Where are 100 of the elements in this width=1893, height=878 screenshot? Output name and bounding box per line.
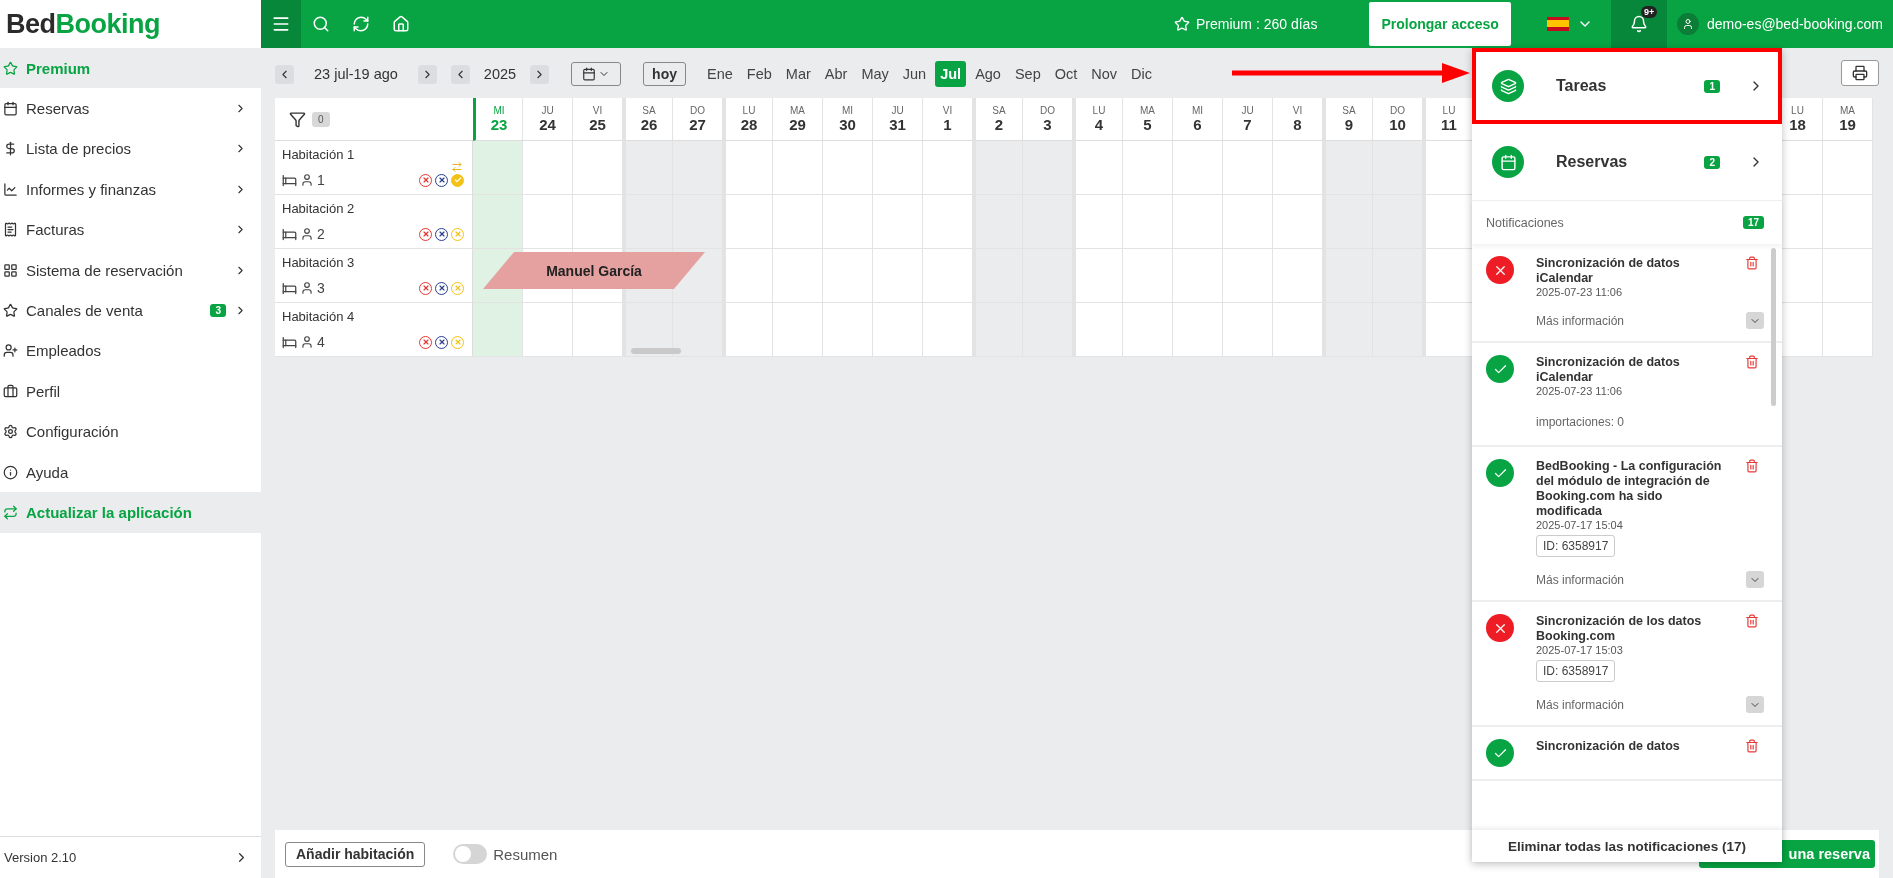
toggle-label: Resumen (493, 845, 558, 863)
person-icon (300, 227, 314, 241)
filter-icon[interactable] (289, 110, 306, 128)
notification-title: Sincronización de datos iCalendar (1536, 355, 1681, 385)
trash-icon (1745, 459, 1759, 473)
month-tab[interactable]: Ago (970, 61, 1006, 87)
settings-icon (3, 424, 18, 440)
premium-status: Premium : 260 días (1196, 16, 1318, 32)
count-badge: 3 (210, 304, 226, 318)
month-tab[interactable]: Ene (702, 61, 738, 87)
previous-button[interactable] (275, 64, 294, 84)
add-user-icon (3, 343, 18, 359)
filter-count: 0 (312, 111, 330, 127)
printer-icon (1852, 65, 1868, 81)
room-name: Habitación 3 (282, 255, 356, 270)
notification-details: importaciones: 0 (1536, 415, 1626, 429)
month-tab[interactable]: Jun (897, 61, 932, 87)
calendar-icon (1492, 146, 1524, 178)
id-tag: ID: 6358917 (1536, 535, 1616, 557)
bed-icon (282, 334, 297, 350)
trash-icon (1745, 614, 1759, 628)
room-capacity: 4 (317, 334, 325, 350)
room-capacity: 2 (317, 226, 325, 242)
count-badge: 1 (1704, 79, 1720, 93)
add-room-button[interactable]: Añadir habitación (285, 841, 426, 867)
menu-button[interactable] (261, 0, 301, 48)
id-tag: ID: 6358917 (1536, 660, 1616, 682)
person-icon (300, 335, 314, 349)
room-capacity: 3 (317, 280, 325, 296)
briefcase-icon (3, 383, 18, 399)
dollar-icon (3, 141, 18, 157)
scrollbar-thumb[interactable] (631, 348, 681, 354)
month-tab[interactable]: Sep (1009, 61, 1046, 87)
month-tab[interactable]: Feb (741, 61, 777, 87)
more-info-label: Más información (1536, 572, 1625, 587)
user-email: demo-es@bed-booking.com (1706, 16, 1883, 32)
menu-icon (271, 14, 291, 34)
scrollbar-thumb[interactable] (1771, 248, 1776, 406)
notification-count: 9+ (1640, 6, 1658, 18)
room-name: Habitación 4 (282, 309, 356, 324)
notification-time: 2025-07-23 11:06 (1536, 286, 1624, 298)
summary-toggle[interactable] (453, 844, 488, 864)
month-tab[interactable]: Nov (1086, 61, 1123, 87)
star-icon (3, 303, 18, 319)
user-icon (1676, 13, 1699, 35)
person-icon (300, 173, 314, 187)
expand-button[interactable] (1746, 696, 1764, 713)
expand-button[interactable] (1746, 571, 1764, 588)
calendar-icon (3, 101, 18, 117)
month-tab[interactable]: May (856, 61, 894, 87)
booking-bar[interactable]: Manuel García (483, 252, 705, 289)
notification-time: 2025-07-17 15:03 (1536, 644, 1624, 656)
notifications-title: Notificaciones (1486, 215, 1564, 230)
trash-icon (1745, 256, 1759, 270)
person-icon (300, 281, 314, 295)
next-button[interactable] (417, 64, 437, 84)
year-label: 2025 (482, 66, 518, 82)
count-badge: 17 (1742, 216, 1764, 229)
repeat-icon (3, 505, 18, 520)
home-icon (392, 15, 410, 33)
more-info-label: Más información (1536, 313, 1625, 328)
bed-icon (282, 280, 297, 296)
expand-button[interactable] (1746, 312, 1764, 329)
trash-icon (1745, 739, 1759, 753)
notification-time: 2025-07-17 15:04 (1536, 519, 1624, 531)
invoice-icon (3, 222, 18, 238)
calendar-icon (582, 67, 597, 81)
layers-icon (1492, 70, 1524, 102)
notification-title: BedBooking - La configuración del módulo de integración de Booking.com ha sido modificada (1536, 459, 1723, 519)
previous-button[interactable] (450, 64, 470, 84)
notification-title: Sincronización de datos iCalendar (1536, 256, 1681, 286)
more-info-label: Más información (1536, 697, 1625, 712)
star-icon (1174, 16, 1190, 32)
refresh-icon (352, 15, 370, 33)
date-picker-button[interactable] (571, 62, 622, 86)
notifications-button[interactable]: 9+ (1610, 0, 1667, 48)
flag-icon (1546, 17, 1569, 31)
bed-icon (282, 172, 297, 188)
notification-title: Sincronización de datos (1536, 739, 1681, 754)
grid-icon (3, 262, 18, 278)
today-button[interactable]: hoy (643, 62, 686, 86)
notification-title: Sincronización de los datos Booking.com (1536, 614, 1703, 644)
bed-icon (282, 226, 297, 242)
room-name: Habitación 2 (282, 201, 356, 216)
chart-icon (3, 181, 18, 197)
star-icon (3, 60, 18, 76)
print-button[interactable] (1841, 60, 1879, 86)
search-icon (312, 15, 330, 33)
info-icon (3, 464, 18, 480)
month-tab[interactable]: Oct (1049, 61, 1083, 87)
month-tab[interactable]: Mar (780, 61, 816, 87)
room-name: Habitación 1 (282, 147, 356, 162)
count-badge: 2 (1704, 155, 1720, 169)
bell-icon (1629, 15, 1648, 33)
month-tab[interactable]: Dic (1126, 61, 1158, 87)
next-button[interactable] (530, 64, 550, 84)
month-tab[interactable]: Abr (819, 61, 853, 87)
room-capacity: 1 (317, 172, 325, 188)
date-range: 23 jul-19 ago (313, 66, 399, 82)
version-label: Version 2.10 (4, 850, 78, 865)
